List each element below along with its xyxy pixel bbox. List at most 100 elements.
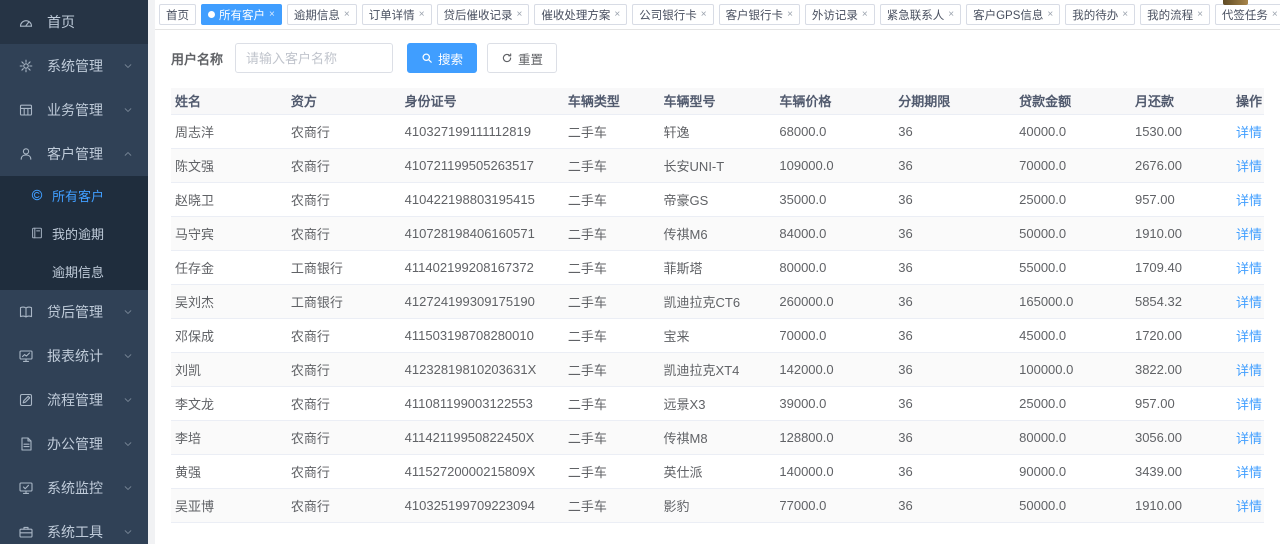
sidebar-item-system-tools[interactable]: 系统工具 — [0, 510, 148, 544]
sidebar-item-customer-mgmt[interactable]: 客户管理 — [0, 132, 148, 176]
main-area: 首页所有客户×逾期信息×订单详情×贷后催收记录×催收处理方案×公司银行卡×客户银… — [155, 0, 1280, 544]
close-icon[interactable]: × — [1272, 10, 1278, 20]
table-cell: 传祺M8 — [660, 420, 776, 454]
close-icon[interactable]: × — [862, 10, 868, 20]
document-icon — [18, 436, 34, 452]
tab-home[interactable]: 首页 — [159, 4, 196, 25]
close-icon[interactable]: × — [1122, 10, 1128, 20]
detail-link[interactable]: 详情 — [1236, 193, 1262, 208]
table-cell-actions: 详情 — [1214, 488, 1264, 522]
table-cell: 165000.0 — [1015, 284, 1131, 318]
table-cell: 80000.0 — [1015, 420, 1131, 454]
tab-emergency-contacts[interactable]: 紧急联系人× — [880, 4, 961, 25]
tab-customer-gps[interactable]: 客户GPS信息 × — [966, 4, 1060, 25]
search-button[interactable]: 搜索 — [407, 43, 477, 73]
avatar[interactable] — [1223, 0, 1248, 5]
table-cell: 农商行 — [287, 386, 401, 420]
tab-order-detail[interactable]: 订单详情 × — [362, 4, 432, 25]
column-header: 分期期限 — [894, 88, 1015, 114]
table-cell: 马守宾 — [171, 216, 287, 250]
table-cell: 传祺M6 — [660, 216, 776, 250]
detail-link[interactable]: 详情 — [1236, 499, 1262, 514]
table-cell: 3056.00 — [1131, 420, 1214, 454]
close-icon[interactable]: × — [269, 10, 275, 20]
sidebar-item-system-mgmt[interactable]: 系统管理 — [0, 44, 148, 88]
tab-label: 我的流程 — [1147, 7, 1193, 23]
tab-visit-records[interactable]: 外访记录× — [805, 4, 875, 25]
tab-customer-bank-card[interactable]: 客户银行卡× — [719, 4, 800, 25]
table-cell: 36 — [894, 454, 1015, 488]
close-icon[interactable]: × — [948, 10, 954, 20]
detail-link[interactable]: 详情 — [1236, 295, 1262, 310]
sidebar-scrollbar[interactable] — [148, 0, 155, 544]
sidebar-item-my-overdue[interactable]: 我的逾期 — [0, 214, 148, 252]
sidebar-item-home[interactable]: 首页 — [0, 0, 148, 44]
table-cell: 36 — [894, 250, 1015, 284]
detail-link[interactable]: 详情 — [1236, 261, 1262, 276]
app-root: 首页系统管理业务管理客户管理所有客户我的逾期逾期信息贷后管理报表统计流程管理办公… — [0, 0, 1280, 544]
sidebar-item-label: 客户管理 — [47, 144, 122, 164]
table-cell: 吴刘杰 — [171, 284, 287, 318]
close-icon[interactable]: × — [344, 10, 350, 20]
sidebar-item-system-monitor[interactable]: 系统监控 — [0, 466, 148, 510]
sidebar-item-business-mgmt[interactable]: 业务管理 — [0, 88, 148, 132]
table-cell-actions: 详情 — [1214, 284, 1264, 318]
close-icon[interactable]: × — [1047, 10, 1053, 20]
table-cell: 80000.0 — [775, 250, 894, 284]
tab-company-bank-card[interactable]: 公司银行卡× — [632, 4, 713, 25]
tab-label: 首页 — [166, 7, 189, 23]
sidebar-item-report-stats[interactable]: 报表统计 — [0, 334, 148, 378]
sidebar-item-postloan-mgmt[interactable]: 贷后管理 — [0, 290, 148, 334]
table-cell: 帝豪GS — [660, 182, 776, 216]
detail-link[interactable]: 详情 — [1236, 397, 1262, 412]
search-icon — [421, 52, 433, 64]
search-input[interactable] — [235, 43, 393, 73]
table-header-row: 姓名资方身份证号车辆类型车辆型号车辆价格分期期限贷款金额月还款操作 — [171, 88, 1264, 114]
table-cell: 957.00 — [1131, 182, 1214, 216]
tab-my-todo[interactable]: 我的待办× — [1065, 4, 1135, 25]
detail-link[interactable]: 详情 — [1236, 159, 1262, 174]
search-form: 用户名称 搜索 重置 — [171, 43, 1264, 73]
tab-my-flow[interactable]: 我的流程 × — [1140, 4, 1210, 25]
tab-collection-plan[interactable]: 催收处理方案× — [534, 4, 627, 25]
tab-sign-tasks[interactable]: 代签任务× — [1215, 4, 1280, 25]
sidebar-item-all-customers[interactable]: 所有客户 — [0, 176, 148, 214]
dashboard-icon — [18, 14, 34, 30]
sidebar-item-label: 所有客户 — [52, 186, 136, 205]
sidebar-item-process-mgmt[interactable]: 流程管理 — [0, 378, 148, 422]
sidebar-item-overdue-info[interactable]: 逾期信息 — [0, 252, 148, 290]
tab-overdue-info[interactable]: 逾期信息× — [287, 4, 357, 25]
reset-button[interactable]: 重置 — [487, 43, 557, 73]
table-cell: 邓保成 — [171, 318, 287, 352]
column-header: 月还款 — [1131, 88, 1214, 114]
close-icon[interactable]: × — [614, 10, 620, 20]
detail-link[interactable]: 详情 — [1236, 431, 1262, 446]
content-panel: 用户名称 搜索 重置 — [155, 30, 1280, 544]
close-icon[interactable]: × — [419, 10, 425, 20]
table-cell: 142000.0 — [775, 352, 894, 386]
close-icon[interactable]: × — [787, 10, 793, 20]
close-icon[interactable]: × — [517, 10, 523, 20]
table-cell: 吴亚博 — [171, 488, 287, 522]
table-cell: 李培 — [171, 420, 287, 454]
table-cell: 410728198406160571 — [401, 216, 564, 250]
table-cell: 英仕派 — [660, 454, 776, 488]
detail-link[interactable]: 详情 — [1236, 465, 1262, 480]
tab-label: 客户GPS信息 — [973, 7, 1043, 23]
tab-collection-records[interactable]: 贷后催收记录× — [437, 4, 530, 25]
sidebar-item-office-mgmt[interactable]: 办公管理 — [0, 422, 148, 466]
close-icon[interactable]: × — [1197, 10, 1203, 20]
tab-label: 订单详情 — [369, 7, 415, 23]
detail-link[interactable]: 详情 — [1236, 227, 1262, 242]
table-cell-actions: 详情 — [1214, 216, 1264, 250]
tab-label: 紧急联系人 — [887, 7, 945, 23]
table-row: 吴刘杰工商银行412724199309175190二手车凯迪拉克CT626000… — [171, 284, 1264, 318]
close-icon[interactable]: × — [701, 10, 707, 20]
detail-link[interactable]: 详情 — [1236, 363, 1262, 378]
detail-link[interactable]: 详情 — [1236, 329, 1262, 344]
table-cell: 二手车 — [564, 454, 660, 488]
table-cell: 周志洋 — [171, 114, 287, 148]
table-cell: 3439.00 — [1131, 454, 1214, 488]
tab-all-customers[interactable]: 所有客户× — [201, 4, 282, 25]
detail-link[interactable]: 详情 — [1236, 125, 1262, 140]
